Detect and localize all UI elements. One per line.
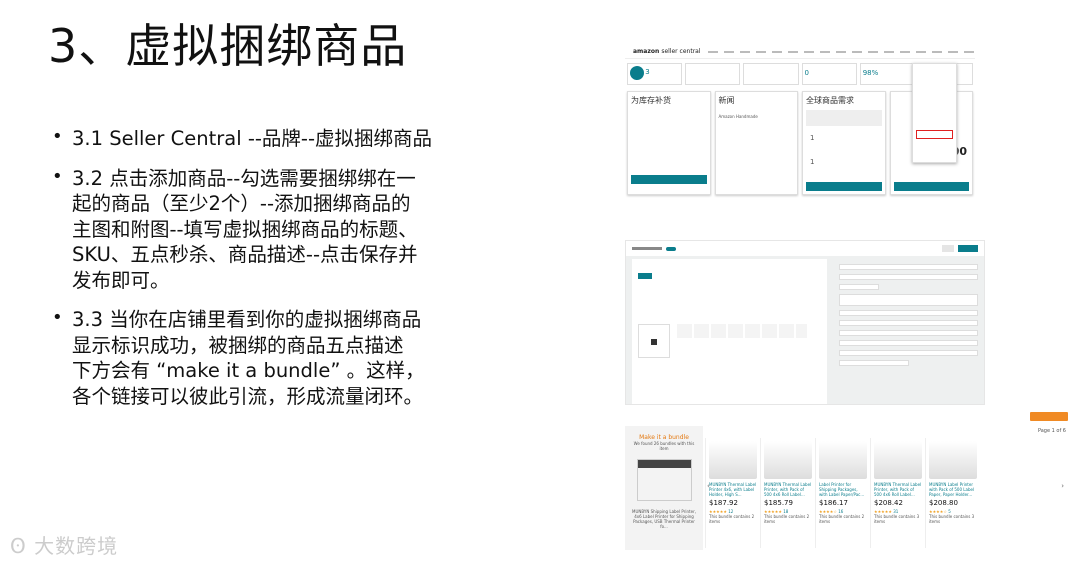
global-demand-card: 全球商品需求 1 1 xyxy=(802,91,886,195)
kpi-box xyxy=(743,63,799,85)
bullet-line: SKU、五点秒杀、商品描述--点击保存并 xyxy=(72,243,418,266)
chevron-right-icon[interactable]: › xyxy=(1061,482,1064,490)
kpi-box: 3 xyxy=(627,63,683,85)
bundle-item[interactable]: MUNBYN Thermal Label Printer 4x6, with L… xyxy=(705,438,760,548)
bundle-carousel: MUNBYN Thermal Label Printer 4x6, with L… xyxy=(705,438,980,548)
kpi-box xyxy=(685,63,741,85)
bundle-item[interactable]: MUNBYN Thermal Label Printer, with Pack … xyxy=(870,438,925,548)
bullet-line: 主图和附图--填写虚拟捆绑商品的标题、 xyxy=(72,217,418,241)
bullet-item: 3.2 点击添加商品--勾选需要捆绑绑在一 起的商品（至少2个）--添加捆绑商品… xyxy=(52,166,512,294)
form-header xyxy=(626,241,984,256)
brand-dropdown-menu xyxy=(912,63,957,163)
save-publish-button[interactable] xyxy=(958,245,978,252)
sku-input[interactable] xyxy=(839,360,909,366)
cancel-button[interactable] xyxy=(942,245,954,252)
seller-central-screenshot: amazon seller central 3 0 98% 647 为库存补货 … xyxy=(625,45,975,210)
bullet-point-input[interactable] xyxy=(839,330,978,336)
add-product-button[interactable] xyxy=(638,273,652,279)
bullet-line: 下方会有 “make it a bundle” 。这样， xyxy=(72,359,425,382)
orange-button[interactable] xyxy=(1030,412,1068,421)
details-button[interactable] xyxy=(893,182,969,191)
bullet-line: 起的商品（至少2个）--添加捆绑商品的 xyxy=(72,192,411,215)
bullet-item: 3.1 Seller Central --品牌--虚拟捆绑商品 xyxy=(52,126,512,152)
restock-card: 为库存补货 xyxy=(627,91,711,195)
bullet-point-input[interactable] xyxy=(839,320,978,326)
globe-icon xyxy=(630,66,644,80)
page-indicator: Page 1 of 6 xyxy=(1037,428,1066,434)
bullet-line: 各个链接可以彼此引流，形成流量闭环。 xyxy=(72,384,424,408)
product-images-panel xyxy=(632,259,827,404)
restock-button[interactable] xyxy=(631,175,707,184)
bullet-item: 3.3 当你在店铺里看到你的虚拟捆绑商品 显示标识成功，被捆绑的商品五点描述 下… xyxy=(52,307,512,409)
bullet-line: 3.3 当你在店铺里看到你的虚拟捆绑商品 xyxy=(72,308,422,331)
bullet-line: 发布即可。 xyxy=(72,268,170,292)
bullet-point-input[interactable] xyxy=(839,310,978,316)
quantity-input[interactable] xyxy=(839,284,879,290)
bullet-line: 显示标识成功，被捆绑的商品五点描述 xyxy=(72,333,404,357)
make-it-a-bundle-screenshot: Page 1 of 6 Make it a bundle We found 26… xyxy=(625,412,1070,550)
top-nav: amazon seller central xyxy=(625,45,975,59)
title-input[interactable] xyxy=(839,264,978,270)
bullet-point-input[interactable] xyxy=(839,340,978,346)
bullet-point-input[interactable] xyxy=(839,350,978,356)
description-input[interactable] xyxy=(839,294,978,306)
printer-image xyxy=(636,459,692,501)
bundle-summary: Make it a bundle We found 26 bundles wit… xyxy=(625,426,703,550)
title-input[interactable] xyxy=(839,274,978,280)
bundle-details-panel xyxy=(836,259,981,404)
extra-images-upload[interactable] xyxy=(677,324,807,338)
bullet-line: 3.1 Seller Central --品牌--虚拟捆绑商品 xyxy=(72,127,432,150)
bundle-item[interactable]: MUNBYN Label Printer with Pack of 500 La… xyxy=(925,438,980,548)
slide-title: 3、虚拟捆绑商品 xyxy=(48,19,408,73)
kpi-box: 98% xyxy=(859,63,915,85)
bullet-list: 3.1 Seller Central --品牌--虚拟捆绑商品 3.2 点击添加… xyxy=(52,126,512,423)
watermark-logo: ʘ 大数跨境 xyxy=(10,534,119,558)
bundle-item[interactable]: MUNBYN Thermal Label Printer, with Pack … xyxy=(760,438,815,548)
chevron-left-icon[interactable]: ‹ xyxy=(707,482,710,490)
create-bundle-screenshot xyxy=(625,240,985,405)
news-card: 新闻 Amazon Handmade xyxy=(714,91,798,195)
view-demand-button[interactable] xyxy=(806,182,882,191)
virtual-bundle-menu-item[interactable] xyxy=(916,130,953,139)
bullet-line: 3.2 点击添加商品--勾选需要捆绑绑在一 xyxy=(72,166,416,190)
main-image-upload[interactable] xyxy=(638,324,670,358)
kpi-box: 0 xyxy=(801,63,857,85)
bundle-item[interactable]: Label Printer for Shipping Packages, wit… xyxy=(815,438,870,548)
amazon-logo: amazon seller central xyxy=(633,48,701,55)
